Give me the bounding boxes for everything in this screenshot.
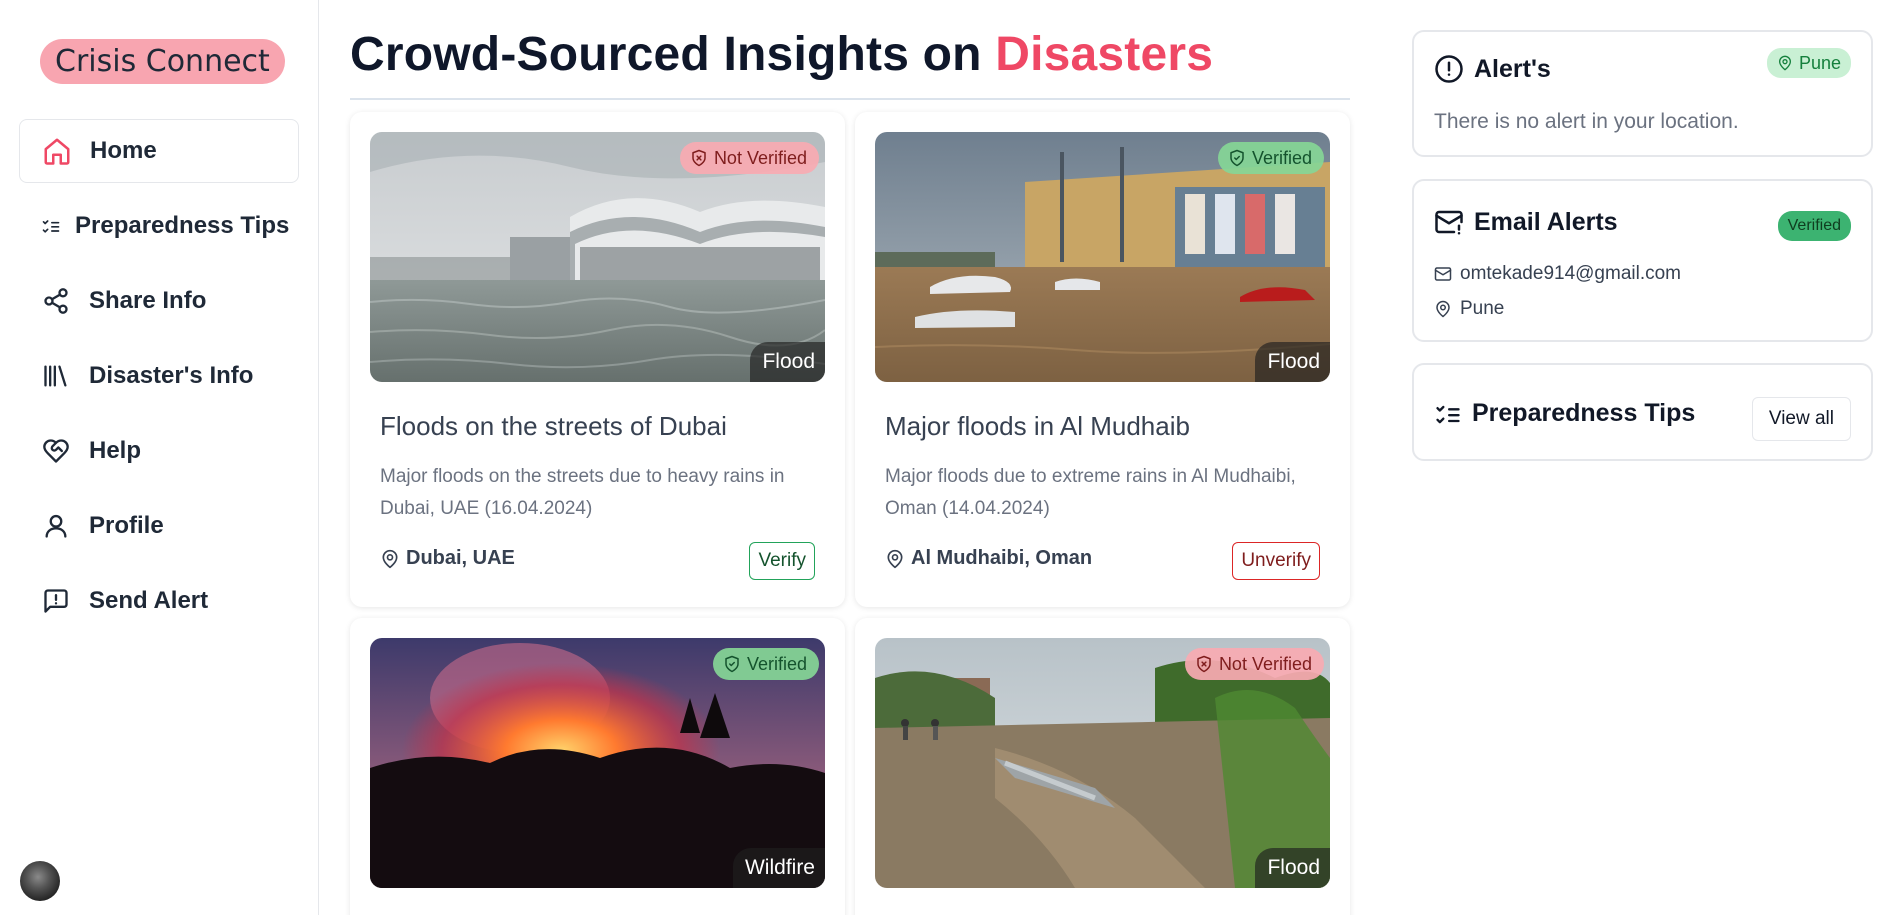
title-divider bbox=[350, 98, 1350, 100]
sidebar-item-label: Share Info bbox=[89, 287, 207, 314]
page-title: Crowd-Sourced Insights on Disasters bbox=[350, 27, 1213, 82]
location-row: Pune bbox=[1434, 298, 1504, 320]
email-alerts-title-text: Email Alerts bbox=[1474, 207, 1618, 236]
list-checks-icon bbox=[41, 211, 61, 241]
message-alert-icon bbox=[41, 586, 71, 616]
mail-icon bbox=[1434, 267, 1452, 281]
shield-x-icon bbox=[692, 149, 706, 167]
map-pin-icon bbox=[887, 549, 903, 568]
status-badge: Not Verified bbox=[679, 142, 819, 174]
status-text: Verified bbox=[746, 653, 807, 674]
user-avatar[interactable] bbox=[20, 861, 60, 901]
disaster-card[interactable]: Verified Flood Major floods in Al Mudhai… bbox=[855, 112, 1350, 607]
card-description: Major floods due to extreme rains in Al … bbox=[885, 466, 1296, 519]
category-label: Flood bbox=[750, 342, 825, 382]
sidebar-item-share-info[interactable]: Share Info bbox=[19, 269, 299, 333]
sidebar-item-preparedness-tips[interactable]: Preparedness Tips bbox=[19, 194, 299, 258]
map-pin-icon bbox=[1436, 300, 1450, 318]
category-label: Wildfire bbox=[732, 848, 825, 888]
status-text: Not Verified bbox=[713, 147, 807, 168]
preparedness-tips-panel: Preparedness Tips View all bbox=[1412, 363, 1873, 461]
list-checks-icon bbox=[1436, 405, 1460, 423]
shield-x-icon bbox=[1197, 655, 1211, 673]
disaster-card[interactable]: Not Verified Flood bbox=[855, 618, 1350, 915]
shield-check-icon bbox=[1230, 149, 1244, 167]
disaster-card[interactable]: Not Verified Flood Floods on the streets… bbox=[350, 112, 845, 607]
location-text: Al Mudhaibi, Oman bbox=[911, 547, 1093, 569]
location-text: Dubai, UAE bbox=[406, 547, 515, 569]
email-alerts-panel: Email Alerts Verified omtekade914@gmail.… bbox=[1412, 179, 1873, 342]
sidebar-item-label: Home bbox=[90, 137, 157, 164]
sidebar-item-label: Disaster's Info bbox=[89, 362, 254, 389]
no-alert-message: There is no alert in your location. bbox=[1434, 110, 1739, 133]
location-badge-text: Pune bbox=[1798, 52, 1841, 73]
status-badge: Verified bbox=[1217, 142, 1324, 174]
category-label: Flood bbox=[1255, 342, 1330, 382]
brand-logo[interactable]: Crisis Connect bbox=[40, 39, 285, 84]
sidebar: Crisis Connect Home Preparedness Tips Sh… bbox=[0, 0, 319, 915]
card-description: Major floods on the streets due to heavy… bbox=[380, 466, 785, 519]
view-all-button[interactable]: View all bbox=[1751, 397, 1851, 441]
map-pin-icon bbox=[382, 549, 398, 568]
shield-check-icon bbox=[725, 655, 739, 673]
share-icon bbox=[41, 286, 71, 316]
page-title-prefix: Crowd-Sourced Insights on bbox=[350, 28, 996, 81]
card-location: Dubai, UAE bbox=[380, 547, 515, 570]
disaster-card[interactable]: Verified Wildfire bbox=[350, 618, 845, 915]
verified-badge: Verified bbox=[1777, 211, 1851, 241]
status-badge: Not Verified bbox=[1184, 648, 1324, 680]
category-label: Flood bbox=[1255, 848, 1330, 888]
home-icon bbox=[42, 136, 72, 166]
sidebar-item-send-alert[interactable]: Send Alert bbox=[19, 569, 299, 633]
mail-alert-icon bbox=[1435, 210, 1463, 235]
disaster-image: Verified Wildfire bbox=[370, 638, 825, 888]
main-content: Crowd-Sourced Insights on Disasters Not … bbox=[350, 0, 1350, 915]
disaster-image: Not Verified Flood bbox=[875, 638, 1330, 888]
card-title: Major floods in Al Mudhaib bbox=[885, 411, 1190, 441]
sidebar-item-label: Send Alert bbox=[89, 587, 209, 614]
sidebar-item-label: Profile bbox=[89, 512, 164, 539]
card-location: Al Mudhaibi, Oman bbox=[885, 547, 1092, 570]
heart-handshake-icon bbox=[41, 436, 71, 466]
sidebar-item-label: Preparedness Tips bbox=[75, 212, 290, 239]
tips-title-text: Preparedness Tips bbox=[1472, 399, 1696, 427]
unverify-button[interactable]: Unverify bbox=[1232, 542, 1320, 580]
alerts-panel: Alert's Pune There is no alert in your l… bbox=[1412, 30, 1873, 157]
alerts-title-text: Alert's bbox=[1474, 54, 1551, 83]
sidebar-item-label: Help bbox=[89, 437, 142, 464]
status-text: Not Verified bbox=[1218, 653, 1312, 674]
library-icon bbox=[41, 361, 71, 391]
verify-button[interactable]: Verify bbox=[749, 542, 815, 580]
card-title: Floods on the streets of Dubai bbox=[380, 411, 727, 441]
tips-title: Preparedness Tips bbox=[1434, 399, 1695, 428]
location-text: Pune bbox=[1460, 298, 1505, 319]
sidebar-item-profile[interactable]: Profile bbox=[19, 494, 299, 558]
disaster-image: Verified Flood bbox=[875, 132, 1330, 382]
sidebar-item-home[interactable]: Home bbox=[19, 119, 299, 183]
sidebar-nav: Home Preparedness Tips Share Info Disast… bbox=[19, 119, 299, 644]
page-title-accent: Disasters bbox=[995, 28, 1214, 81]
user-icon bbox=[41, 511, 71, 541]
status-text: Verified bbox=[1251, 147, 1312, 168]
disaster-image: Not Verified Flood bbox=[370, 132, 825, 382]
email-text: omtekade914@gmail.com bbox=[1460, 263, 1682, 284]
map-pin-icon bbox=[1778, 55, 1791, 71]
alerts-title: Alert's bbox=[1434, 54, 1551, 84]
email-row: omtekade914@gmail.com bbox=[1434, 263, 1681, 285]
alert-circle-icon bbox=[1435, 55, 1463, 83]
status-badge: Verified bbox=[712, 648, 819, 680]
email-alerts-title: Email Alerts bbox=[1434, 207, 1618, 237]
sidebar-item-help[interactable]: Help bbox=[19, 419, 299, 483]
sidebar-item-disasters-info[interactable]: Disaster's Info bbox=[19, 344, 299, 408]
location-badge: Pune bbox=[1766, 48, 1851, 78]
